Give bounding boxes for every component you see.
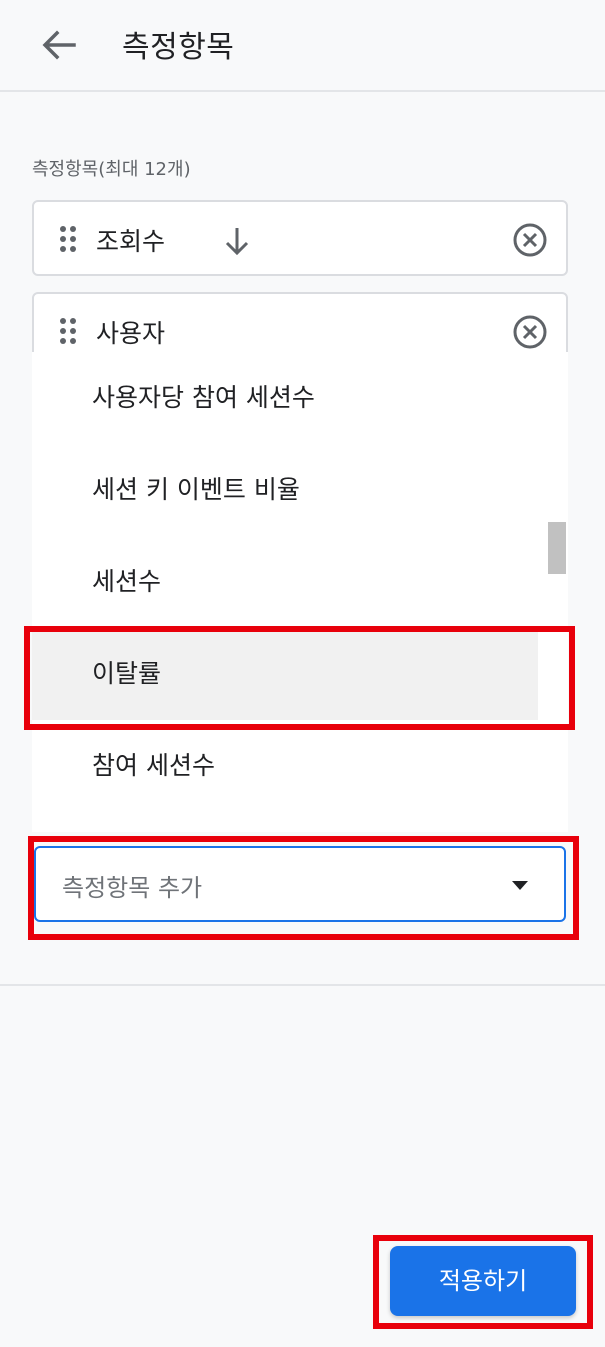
remove-metric-icon[interactable]: [512, 222, 548, 258]
select-placeholder: 측정항목 추가: [62, 874, 203, 902]
menu-item-selected[interactable]: 이탈률: [32, 628, 538, 720]
drag-handle-icon[interactable]: [58, 224, 78, 254]
menu-item[interactable]: 참여 세션수: [32, 720, 538, 812]
menu-item[interactable]: 세션수: [32, 536, 538, 628]
menu-item[interactable]: 사용자당 참여 세션수: [32, 352, 538, 444]
menu-item[interactable]: 세션 키 이벤트 비율: [32, 444, 538, 536]
apply-button[interactable]: 적용하기: [390, 1246, 576, 1316]
divider: [0, 984, 605, 986]
back-button[interactable]: [34, 22, 84, 68]
metric-label: 조회수: [96, 227, 166, 256]
metrics-editor-page: 측정항목 측정항목(최대 12개) 조회수 사용자 사용자당 참여 세션수 세션…: [0, 0, 605, 1347]
metric-label: 사용자: [96, 319, 166, 348]
remove-metric-icon[interactable]: [512, 314, 548, 350]
metric-options-menu: 사용자당 참여 세션수 세션 키 이벤트 비율 세션수 이탈률 참여 세션수: [32, 352, 568, 832]
metric-chip-views[interactable]: 조회수: [32, 200, 568, 276]
arrow-back-icon: [42, 30, 76, 60]
metrics-section-label: 측정항목(최대 12개): [32, 159, 191, 180]
drag-handle-icon[interactable]: [58, 316, 78, 346]
menu-scrollbar-thumb[interactable]: [548, 522, 566, 574]
add-metric-select[interactable]: 측정항목 추가: [34, 846, 566, 922]
arrow-down-icon[interactable]: [222, 224, 252, 258]
app-bar: 측정항목: [0, 0, 605, 92]
page-title: 측정항목: [122, 30, 235, 65]
caret-down-icon: [512, 881, 528, 890]
